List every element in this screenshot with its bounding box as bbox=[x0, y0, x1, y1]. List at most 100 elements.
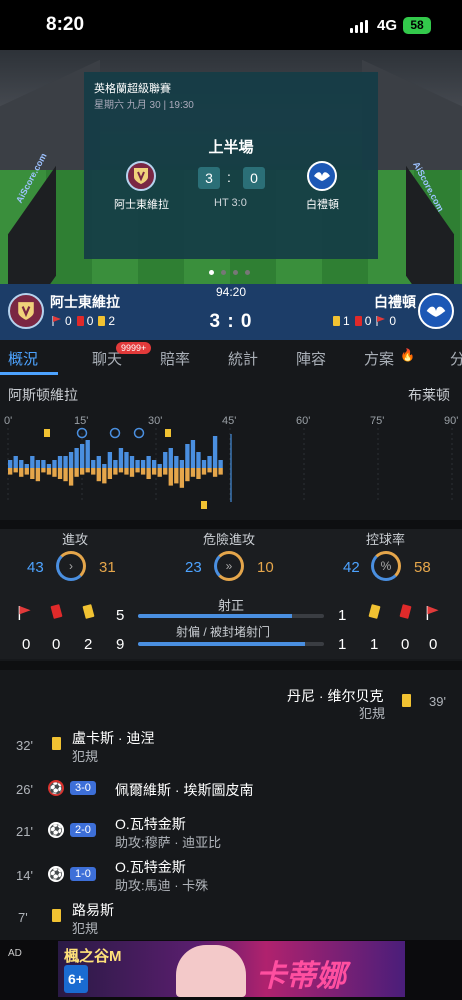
status-bar: 8:20 4G 58 bbox=[0, 0, 462, 50]
home-team-name: 阿士東維拉 bbox=[114, 199, 169, 211]
home-dangerous: 23 bbox=[185, 559, 202, 576]
tab-overview[interactable]: 概況 bbox=[8, 348, 38, 369]
momentum-home-bar bbox=[168, 448, 173, 468]
event-minute: 14' bbox=[16, 868, 33, 883]
momentum-away-bar bbox=[146, 468, 151, 479]
event-player: 佩爾維斯 · 埃斯圖皮南 bbox=[115, 782, 254, 798]
yellow-card-icon bbox=[333, 316, 340, 326]
away-attack: 31 bbox=[99, 559, 116, 576]
possession-label: 控球率 bbox=[366, 532, 406, 547]
momentum-home-bar bbox=[63, 456, 68, 468]
momentum-home-bar bbox=[201, 460, 207, 468]
momentum-tick-label: 15' bbox=[74, 415, 88, 427]
event-minute: 26' bbox=[16, 782, 33, 797]
event-detail: 犯規 bbox=[72, 921, 99, 936]
fire-icon: 🔥 bbox=[400, 348, 415, 362]
momentum-home-bar bbox=[107, 452, 113, 468]
yellow-card-icon bbox=[52, 737, 61, 750]
tab-stats[interactable]: 統計 bbox=[228, 348, 258, 369]
away-yellow-stat: 1 bbox=[370, 636, 379, 653]
section-divider bbox=[0, 520, 462, 529]
momentum-tick-label: 0' bbox=[4, 415, 12, 427]
momentum-card-marker bbox=[44, 429, 50, 437]
character-art bbox=[176, 945, 246, 997]
event-minute: 21' bbox=[16, 824, 33, 839]
events-timeline bbox=[0, 670, 462, 940]
momentum-away-bar bbox=[152, 468, 157, 475]
momentum-away-bar bbox=[91, 468, 96, 475]
shots-on-label: 射正 bbox=[218, 598, 245, 613]
event-minute: 32' bbox=[16, 738, 33, 753]
momentum-away-bar bbox=[85, 468, 90, 473]
corner-flag-icon bbox=[52, 316, 61, 326]
home-attack: 43 bbox=[27, 559, 44, 576]
carousel-dot[interactable] bbox=[233, 270, 238, 275]
momentum-away-bar bbox=[80, 468, 85, 475]
carousel-dot[interactable] bbox=[209, 270, 214, 275]
tab-bar: 概況 聊天 賠率 統計 陣容 方案 🔥 分 bbox=[0, 340, 462, 376]
momentum-home-label: 阿斯顿維拉 bbox=[8, 387, 78, 403]
section-divider bbox=[0, 661, 462, 670]
corner-flag-icon bbox=[426, 606, 439, 620]
event-player: 盧卡斯 · 迪涅 bbox=[72, 730, 155, 746]
attack-label: 進攻 bbox=[62, 532, 89, 547]
momentum-home-bar bbox=[152, 460, 157, 468]
away-shots-on: 1 bbox=[338, 607, 347, 624]
away-dangerous: 10 bbox=[257, 559, 274, 576]
network-label: 4G bbox=[377, 17, 398, 34]
momentum-away-bar bbox=[19, 468, 24, 477]
momentum-chart: 0' 15' 30' 45' 60' 75' 90' bbox=[4, 415, 458, 509]
momentum-away-bar bbox=[129, 468, 135, 477]
momentum-home-bar bbox=[35, 460, 41, 468]
momentum-away-bar bbox=[30, 468, 35, 479]
tab-more[interactable]: 分 bbox=[450, 348, 462, 369]
momentum-away-bar bbox=[201, 468, 207, 475]
carousel-dot[interactable] bbox=[245, 270, 250, 275]
momentum-away-bar bbox=[168, 468, 173, 486]
home-corners-stat: 0 bbox=[22, 636, 31, 653]
tab-lineup[interactable]: 陣容 bbox=[296, 348, 326, 369]
momentum-home-bar bbox=[19, 460, 24, 468]
tab-plans[interactable]: 方案 bbox=[364, 348, 394, 369]
momentum-card-marker bbox=[201, 501, 207, 509]
momentum-away-bar bbox=[63, 468, 68, 482]
away-shots-off: 1 bbox=[338, 636, 347, 653]
event-score: 1-0 bbox=[70, 867, 96, 881]
corner-flag-icon bbox=[376, 316, 386, 326]
carousel-dots[interactable] bbox=[209, 270, 250, 275]
momentum-away-bar bbox=[174, 468, 179, 484]
away-team-name: 白禮頓 bbox=[306, 199, 339, 211]
away-possession: 58 bbox=[414, 559, 431, 576]
momentum-away-bar bbox=[124, 468, 129, 475]
momentum-home-bar bbox=[8, 460, 13, 468]
momentum-tick-label: 45' bbox=[222, 415, 236, 427]
ad-image[interactable]: 楓之谷M 6+ 卡蒂娜 bbox=[58, 941, 405, 997]
ad-game-title: 楓之谷M bbox=[64, 948, 122, 965]
momentum-home-bar bbox=[80, 444, 85, 468]
momentum-away-bar bbox=[8, 468, 13, 475]
momentum-away-bar bbox=[113, 468, 118, 475]
momentum-home-bar bbox=[185, 444, 190, 468]
goal-ball-icon: ⚽ bbox=[48, 866, 64, 882]
momentum-home-bar bbox=[212, 436, 218, 468]
home-crest-icon bbox=[126, 161, 156, 191]
event-detail: 犯規 bbox=[359, 706, 386, 721]
away-corners-stat: 0 bbox=[429, 636, 438, 653]
home-yellow-stat: 2 bbox=[84, 636, 93, 653]
carousel-dot[interactable] bbox=[221, 270, 226, 275]
momentum-away-bar bbox=[24, 468, 29, 475]
momentum-home-bar bbox=[207, 456, 212, 468]
attack-ring: › bbox=[56, 551, 86, 581]
home-yellow-cards: 2 bbox=[108, 314, 116, 328]
momentum-tick-label: 30' bbox=[148, 415, 162, 427]
chat-count-badge: 9999+ bbox=[116, 342, 152, 354]
event-detail: 犯規 bbox=[72, 749, 99, 764]
yellow-card-icon bbox=[52, 909, 61, 922]
match-info-card[interactable]: 英格蘭超級聯賽 星期六 九月 30 | 19:30 上半場 3 : 0 阿士東維… bbox=[84, 72, 378, 259]
momentum-away-bar bbox=[35, 468, 41, 482]
momentum-home-bar bbox=[102, 464, 107, 468]
event-player: O.瓦特金斯 bbox=[115, 816, 186, 832]
momentum-away-bar bbox=[52, 468, 57, 477]
status-time: 8:20 bbox=[46, 14, 85, 35]
tab-odds[interactable]: 賠率 bbox=[160, 348, 190, 369]
